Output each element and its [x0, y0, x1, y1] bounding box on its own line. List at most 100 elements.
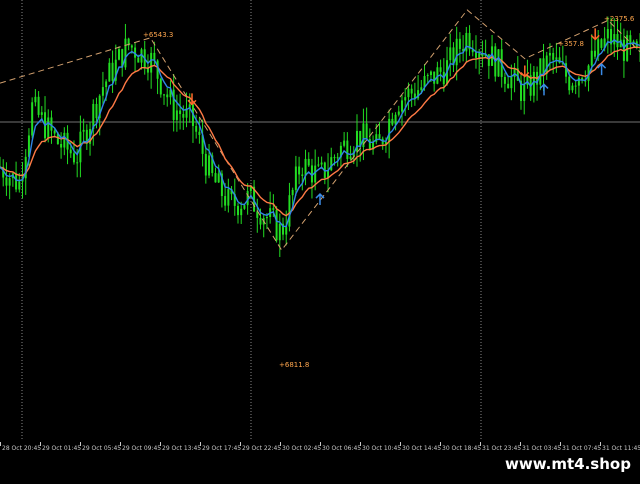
candle-body: [285, 227, 287, 235]
candle-body: [301, 174, 303, 176]
x-tick-label: 28 Oct 20:45: [2, 445, 41, 452]
candle-body: [449, 47, 451, 60]
watermark: www.mt4.shop: [496, 450, 640, 478]
candle-body: [507, 84, 509, 88]
candle-body: [160, 79, 162, 95]
candle-body: [514, 68, 516, 77]
candle-body: [314, 166, 316, 183]
x-tick-label: 29 Oct 13:45: [162, 445, 201, 452]
candle-body: [591, 51, 593, 66]
candle-body: [31, 102, 33, 135]
candle-body: [272, 208, 274, 210]
candle-body: [308, 159, 310, 165]
candle-body: [240, 209, 242, 215]
candle-body: [366, 123, 368, 139]
candle-body: [337, 157, 339, 158]
candle-body: [34, 97, 36, 102]
candle-body: [523, 85, 525, 101]
candle-body: [430, 72, 432, 76]
candle-body: [317, 164, 319, 165]
candle-body: [391, 119, 393, 125]
candle-body: [237, 206, 239, 215]
candle-body: [456, 39, 458, 65]
candle-body: [95, 104, 97, 118]
candle-body: [533, 72, 535, 96]
x-tick-label: 29 Oct 09:45: [122, 445, 161, 452]
candle-body: [214, 173, 216, 182]
candle-body: [555, 57, 557, 59]
x-tick-label: 30 Oct 14:45: [402, 445, 441, 452]
candle-body: [70, 150, 72, 154]
candle-body: [571, 86, 573, 91]
candle-body: [195, 126, 197, 132]
candle-body: [18, 182, 20, 190]
candle-body: [549, 53, 551, 56]
x-tick-label: 29 Oct 17:45: [202, 445, 241, 452]
candle-body: [60, 144, 62, 148]
x-tick-label: 29 Oct 05:45: [82, 445, 121, 452]
candle-body: [288, 195, 290, 226]
x-tick-label: 30 Oct 10:45: [362, 445, 401, 452]
candle-body: [546, 56, 548, 74]
candle-body: [594, 51, 596, 57]
candle-body: [5, 178, 7, 186]
candle-body: [552, 53, 554, 60]
candle-body: [404, 97, 406, 100]
candle-body: [407, 89, 409, 97]
candle-body: [497, 49, 499, 76]
candle-body: [420, 87, 422, 90]
candle-body: [295, 166, 297, 189]
candle-body: [105, 81, 107, 87]
swing-label: +6811.8: [279, 361, 309, 369]
candle-body: [83, 130, 85, 132]
candle-body: [279, 224, 281, 240]
candle-body: [124, 39, 126, 68]
candle-body: [76, 162, 78, 163]
candle-body: [427, 75, 429, 76]
candle-body: [575, 86, 577, 87]
candle-body: [539, 58, 541, 84]
candle-body: [218, 174, 220, 183]
candle-body: [182, 114, 184, 118]
candle-body: [401, 100, 403, 111]
candle-body: [411, 89, 413, 94]
x-tick-label: 30 Oct 02:45: [282, 445, 321, 452]
candle-body: [475, 52, 477, 58]
candle-body: [292, 190, 294, 195]
candle-body: [440, 67, 442, 72]
candle-body: [321, 163, 323, 165]
candle-body: [224, 196, 226, 206]
x-tick-label: 30 Oct 06:45: [322, 445, 361, 452]
x-tick-label: 29 Oct 01:45: [42, 445, 81, 452]
candle-body: [504, 77, 506, 84]
swing-label: +2375.6: [604, 15, 635, 23]
candle-body: [137, 58, 139, 63]
candle-body: [597, 39, 599, 56]
candle-body: [227, 189, 229, 205]
x-tick-label: 30 Oct 18:45: [442, 445, 481, 452]
candle-body: [63, 133, 65, 148]
candle-body: [433, 72, 435, 84]
candle-body: [198, 132, 200, 135]
candle-body: [478, 53, 480, 58]
candle-body: [578, 78, 580, 86]
candle-body: [298, 166, 300, 174]
price-chart[interactable]: +6543.3+6811.8+357.8+2375.6 28 Oct 20:45…: [0, 0, 640, 480]
candle-body: [266, 217, 268, 218]
candle-body: [260, 218, 262, 225]
candle-body: [629, 35, 631, 43]
chart-canvas[interactable]: +6543.3+6811.8+357.8+2375.6 28 Oct 20:45…: [0, 0, 640, 480]
candle-body: [131, 45, 133, 47]
candle-body: [568, 77, 570, 91]
candle-body: [15, 173, 17, 189]
candle-body: [102, 87, 104, 96]
swing-label: +357.8: [558, 40, 584, 48]
candle-body: [333, 157, 335, 158]
candle-body: [459, 39, 461, 49]
candle-body: [9, 178, 11, 185]
candle-body: [378, 134, 380, 139]
candle-body: [243, 205, 245, 209]
candle-body: [276, 210, 278, 240]
candle-body: [600, 39, 602, 48]
candle-body: [38, 97, 40, 115]
